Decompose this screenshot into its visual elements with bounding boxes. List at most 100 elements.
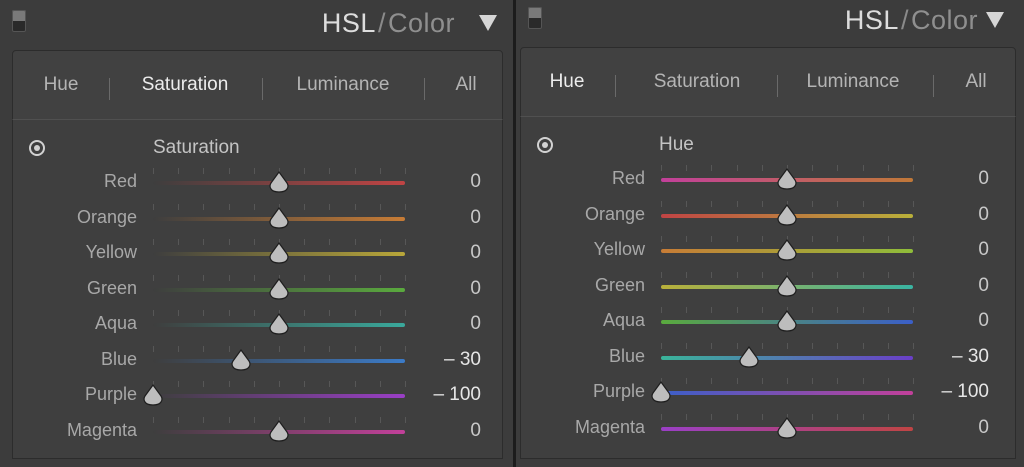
title-hsl[interactable]: HSL (845, 5, 899, 35)
slider-thumb[interactable] (776, 310, 798, 334)
slider-value[interactable]: 0 (919, 275, 989, 297)
slider-label: Blue (608, 345, 645, 366)
slider-tick (913, 378, 914, 384)
slider-tick (737, 307, 738, 313)
slider-value[interactable]: 0 (411, 278, 481, 300)
slider-value[interactable]: 0 (919, 310, 989, 332)
slider-thumb[interactable] (776, 274, 798, 299)
slider-tick (355, 381, 356, 387)
slider-thumb[interactable] (776, 168, 798, 192)
tab-luminance[interactable]: Luminance (791, 48, 915, 116)
slider-thumb[interactable] (268, 242, 290, 266)
slider-thumb[interactable] (230, 348, 252, 373)
slider-tick (812, 413, 813, 420)
slider-value[interactable]: 0 (411, 171, 481, 193)
slider-thumb[interactable] (776, 203, 798, 228)
slider-value[interactable]: – 100 (411, 384, 481, 406)
slider-thumb[interactable] (650, 381, 672, 405)
tab-luminance[interactable]: Luminance (281, 51, 405, 119)
slider-tick (203, 274, 204, 281)
slider-tick (888, 200, 889, 207)
slider-tick (203, 310, 204, 316)
slider-value[interactable]: – 30 (411, 349, 481, 371)
slider-tick (355, 168, 356, 174)
slider-tick (812, 378, 813, 384)
slider-tick (304, 239, 305, 245)
panel-toggle-switch[interactable] (12, 10, 26, 32)
panel-header[interactable]: HSL/Color (0, 0, 513, 46)
slider-value[interactable]: 0 (411, 313, 481, 335)
slider-tick (711, 342, 712, 349)
slider-thumb[interactable] (268, 313, 290, 337)
slider-tick (888, 342, 889, 349)
slider-thumb[interactable] (268, 419, 290, 444)
slider-tick (762, 413, 763, 420)
slider-track[interactable] (661, 391, 913, 395)
slider-thumb[interactable] (142, 384, 164, 408)
slider-label: Aqua (602, 310, 645, 330)
tab-saturation[interactable]: Saturation (121, 51, 249, 119)
slider-value[interactable]: – 30 (919, 346, 989, 368)
title-slash: / (377, 8, 386, 38)
tab-bar: Hue Saturation Luminance All (12, 50, 503, 120)
panel-title[interactable]: HSL/Color (845, 5, 978, 36)
slider-value[interactable]: 0 (919, 417, 989, 439)
targeted-adjustment-icon[interactable] (537, 137, 553, 153)
slider-tick (178, 416, 179, 423)
slider-label: Orange (584, 203, 645, 224)
slider-value[interactable]: – 100 (919, 381, 989, 403)
slider-tick (787, 378, 788, 384)
panel-toggle-switch[interactable] (528, 7, 542, 29)
slider-label: Magenta (66, 419, 137, 440)
slider-tick (304, 381, 305, 387)
slider-thumb[interactable] (268, 171, 290, 195)
title-hsl[interactable]: HSL (322, 8, 376, 38)
slider-tick (762, 271, 763, 278)
slider-track[interactable] (661, 355, 913, 360)
slider-thumb[interactable] (738, 345, 760, 370)
tab-saturation[interactable]: Saturation (635, 48, 759, 116)
slider-tick (812, 200, 813, 207)
slider-tick (762, 165, 763, 171)
slider-tick (711, 307, 712, 313)
slider-tick (787, 342, 788, 349)
targeted-adjustment-icon[interactable] (29, 140, 45, 156)
tab-hue[interactable]: Hue (541, 48, 593, 116)
title-color[interactable]: Color (911, 5, 978, 35)
slider-value[interactable]: 0 (919, 239, 989, 261)
slider-value[interactable]: 0 (919, 168, 989, 190)
slider-value[interactable]: 0 (411, 207, 481, 229)
slider-thumb[interactable] (776, 416, 798, 441)
slider-value[interactable]: 0 (411, 242, 481, 264)
tab-separator (424, 78, 425, 100)
title-slash: / (900, 5, 909, 35)
slider-tick (661, 307, 662, 313)
panel-collapse-triangle-icon[interactable] (479, 15, 497, 31)
panel-collapse-triangle-icon[interactable] (986, 12, 1004, 28)
slider-tick (737, 200, 738, 207)
slider-tick (711, 165, 712, 171)
panel-header[interactable]: HSL/Color (516, 0, 1024, 46)
slider-tick (737, 378, 738, 384)
tab-hue[interactable]: Hue (23, 51, 99, 119)
slider-label: Green (594, 274, 645, 295)
tab-all[interactable]: All (951, 48, 1001, 116)
slider-tick (762, 200, 763, 207)
slider-value[interactable]: 0 (919, 204, 989, 226)
slider-thumb[interactable] (268, 277, 290, 302)
slider-value[interactable]: 0 (411, 420, 481, 442)
slider-track[interactable] (153, 394, 405, 398)
title-color[interactable]: Color (388, 8, 455, 38)
slider-tick (863, 378, 864, 384)
sliders-body: Saturation Red 0 Orange 0 Yellow 0 Green 0 Aqua 0… (12, 119, 503, 459)
tab-all[interactable]: All (443, 51, 489, 119)
slider-thumb[interactable] (268, 206, 290, 231)
panel-title[interactable]: HSL/Color (322, 8, 455, 39)
slider-tick (405, 416, 406, 423)
slider-track[interactable] (153, 358, 405, 363)
slider-thumb[interactable] (776, 239, 798, 263)
slider-tick (837, 236, 838, 242)
slider-tick (229, 416, 230, 423)
slider-tick (812, 342, 813, 349)
slider-label: Red (611, 168, 645, 188)
